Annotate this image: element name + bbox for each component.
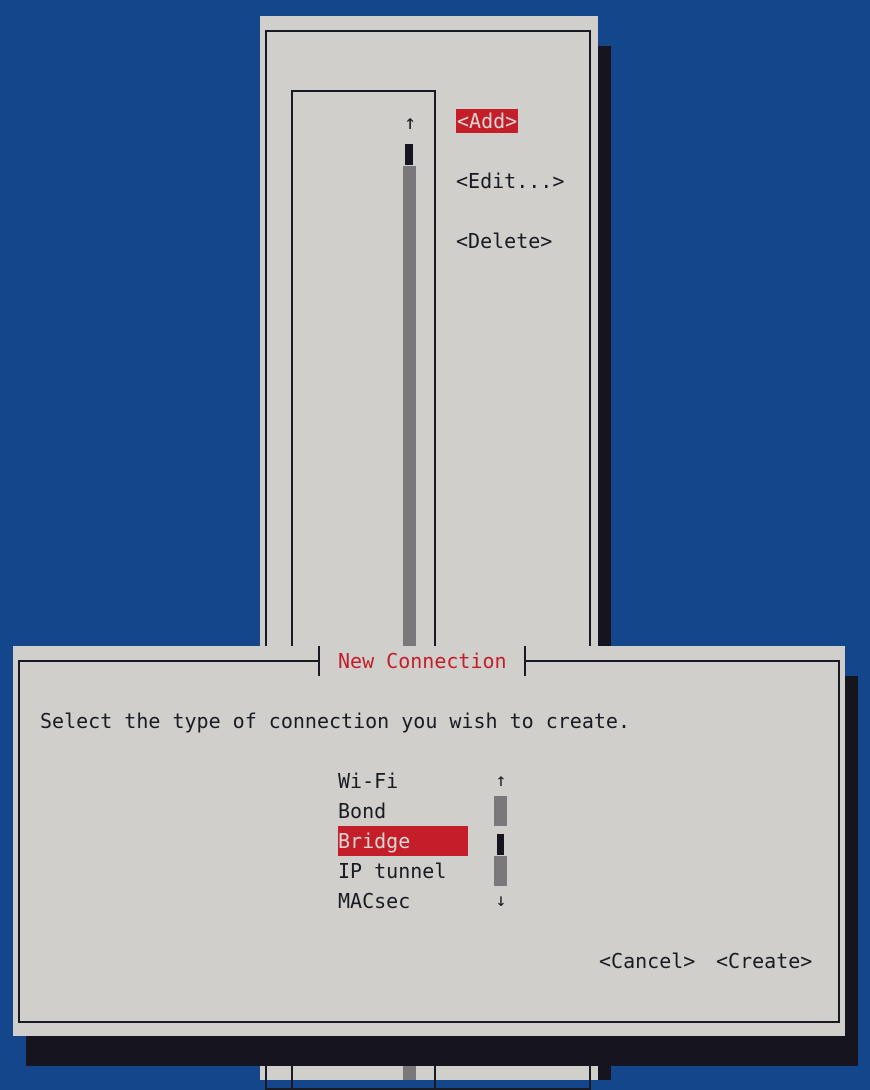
connection-type-wifi[interactable]: Wi-Fi <box>338 766 398 796</box>
type-list-scroll-thumb[interactable] <box>497 834 504 855</box>
add-button-label: <Add> <box>456 109 519 133</box>
dialog-prompt: Select the type of connection you wish t… <box>40 709 631 733</box>
create-button[interactable]: <Create> <box>716 946 812 976</box>
edit-button[interactable]: <Edit...> <box>456 166 564 196</box>
dialog-title-bar: New Connection <box>318 646 526 676</box>
type-list-scroll-up-icon[interactable]: ↑ <box>491 766 511 796</box>
type-list-scrollbar-upper[interactable] <box>494 796 507 826</box>
connection-type-ip-tunnel[interactable]: IP tunnel <box>338 856 446 886</box>
dialog-title: New Connection <box>338 649 507 673</box>
connection-type-bridge-selected[interactable]: Bridge <box>338 826 468 856</box>
cancel-button[interactable]: <Cancel> <box>599 946 695 976</box>
connection-type-bond[interactable]: Bond <box>338 796 386 826</box>
connection-list-scroll-up-icon[interactable]: ↑ <box>400 107 420 137</box>
connection-type-macsec[interactable]: MACsec <box>338 886 410 916</box>
type-list-scroll-down-icon[interactable]: ↓ <box>491 886 511 916</box>
delete-button[interactable]: <Delete> <box>456 226 552 256</box>
type-list-scrollbar-lower[interactable] <box>494 856 507 886</box>
add-button[interactable]: <Add> <box>456 106 519 136</box>
connection-list-scroll-thumb[interactable] <box>405 144 413 165</box>
